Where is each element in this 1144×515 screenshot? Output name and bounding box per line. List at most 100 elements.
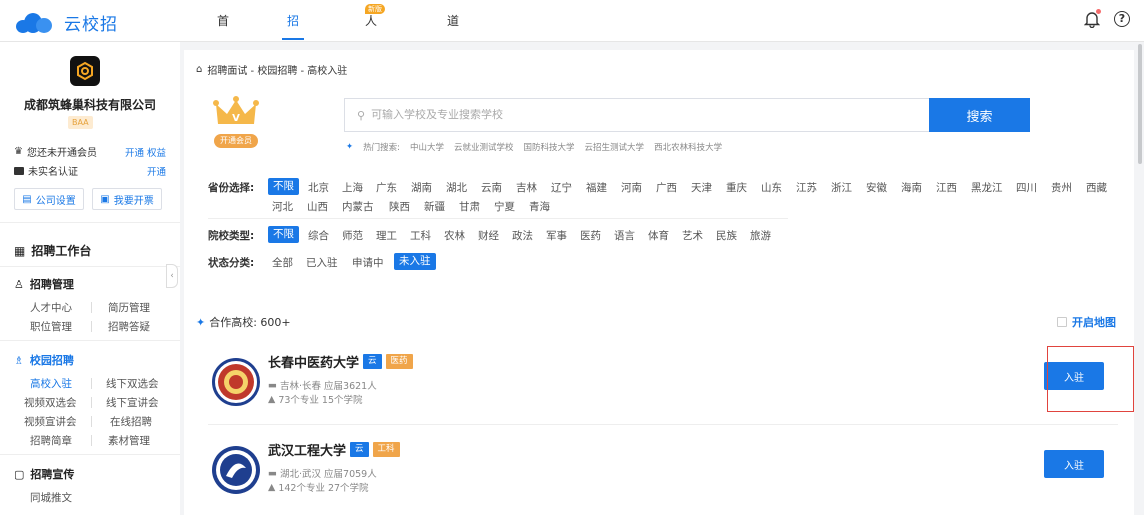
hot-search-item[interactable]: 云就业测试学校 bbox=[454, 141, 514, 153]
province-option[interactable]: 安徽 bbox=[866, 180, 887, 195]
company-logo bbox=[70, 56, 100, 86]
app-logo[interactable]: 云校招 bbox=[16, 10, 118, 35]
school-type-option[interactable]: 师范 bbox=[342, 228, 363, 243]
sidebar-item-material-management[interactable]: 素材管理 bbox=[108, 433, 150, 448]
sidebar-item-recruit-brochure[interactable]: 招聘简章 bbox=[30, 433, 72, 448]
member-actions-link[interactable]: 开通 权益 bbox=[125, 145, 166, 159]
sidebar-item-job-management[interactable]: 职位管理 bbox=[30, 319, 72, 334]
school-type-option[interactable]: 农林 bbox=[444, 228, 465, 243]
home-icon[interactable]: ⌂ bbox=[196, 64, 202, 75]
province-option[interactable]: 广东 bbox=[376, 180, 397, 195]
province-option[interactable]: 山东 bbox=[761, 180, 782, 195]
search-input[interactable] bbox=[371, 109, 772, 121]
hot-search-item[interactable]: 国防科技大学 bbox=[524, 141, 575, 153]
help-icon[interactable]: ? bbox=[1114, 11, 1130, 27]
province-option[interactable]: 重庆 bbox=[726, 180, 747, 195]
sidebar-item-video-fair[interactable]: 视频双选会 bbox=[24, 395, 77, 410]
sidebar-item-local-posts[interactable]: 同城推文 bbox=[30, 490, 72, 505]
sidebar-item-recruit-faq[interactable]: 招聘答疑 bbox=[108, 319, 150, 334]
province-option[interactable]: 北京 bbox=[308, 180, 329, 195]
sidebar-item-university-join[interactable]: 高校入驻 bbox=[30, 376, 72, 391]
province-option-selected[interactable]: 不限 bbox=[268, 178, 299, 195]
school-type-option[interactable]: 财经 bbox=[478, 228, 499, 243]
nav-item-store[interactable]: 道具商城 bbox=[447, 0, 459, 154]
crown-icon: ♛ bbox=[14, 146, 23, 157]
province-option[interactable]: 上海 bbox=[342, 180, 363, 195]
province-option[interactable]: 江西 bbox=[936, 180, 957, 195]
province-option[interactable]: 海南 bbox=[901, 180, 922, 195]
status-option-selected[interactable]: 未入驻 bbox=[394, 253, 436, 270]
divider bbox=[0, 454, 180, 455]
school-type-option[interactable]: 医药 bbox=[580, 228, 601, 243]
collapse-sidebar-handle[interactable]: ‹ bbox=[166, 264, 178, 288]
province-option[interactable]: 辽宁 bbox=[551, 180, 572, 195]
province-option[interactable]: 河北 bbox=[272, 199, 293, 214]
verify-action-link[interactable]: 开通 bbox=[147, 164, 166, 178]
province-option[interactable]: 福建 bbox=[586, 180, 607, 195]
join-button[interactable]: 入驻 bbox=[1044, 450, 1104, 478]
nav-recruit-interview[interactable]: 招聘面试 bbox=[282, 0, 304, 154]
scrollbar-thumb[interactable] bbox=[1138, 44, 1142, 164]
open-membership-tag[interactable]: 开通会员 bbox=[214, 134, 258, 148]
grid-icon: ▦ bbox=[14, 243, 26, 258]
school-name[interactable]: 长春中医药大学 bbox=[268, 352, 359, 371]
province-option[interactable]: 陕西 bbox=[389, 199, 410, 214]
map-checkbox[interactable] bbox=[1057, 317, 1067, 327]
province-option[interactable]: 青海 bbox=[529, 199, 550, 214]
sidebar-item-offline-talk[interactable]: 线下宣讲会 bbox=[106, 395, 159, 410]
province-option[interactable]: 浙江 bbox=[831, 180, 852, 195]
school-type-option[interactable]: 政法 bbox=[512, 228, 533, 243]
province-option[interactable]: 宁夏 bbox=[494, 199, 515, 214]
school-type-option[interactable]: 体育 bbox=[648, 228, 669, 243]
school-name[interactable]: 武汉工程大学 bbox=[268, 440, 346, 459]
province-option[interactable]: 江苏 bbox=[796, 180, 817, 195]
sidebar-item-video-talk[interactable]: 视频宣讲会 bbox=[24, 414, 77, 429]
province-option[interactable]: 西藏 bbox=[1086, 180, 1107, 195]
school-type-option[interactable]: 理工 bbox=[376, 228, 397, 243]
school-type-option[interactable]: 语言 bbox=[614, 228, 635, 243]
sidebar-item-offline-fair[interactable]: 线下双选会 bbox=[106, 376, 159, 391]
company-settings-button[interactable]: ▤ 公司设置 bbox=[14, 188, 84, 210]
open-map-toggle[interactable]: 开启地图 bbox=[1057, 314, 1116, 330]
hot-search-item[interactable]: 西北农林科技大学 bbox=[654, 141, 722, 153]
province-option[interactable]: 天津 bbox=[691, 180, 712, 195]
school-type-option[interactable]: 艺术 bbox=[682, 228, 703, 243]
province-option[interactable]: 河南 bbox=[621, 180, 642, 195]
province-option[interactable]: 湖北 bbox=[446, 180, 467, 195]
province-option[interactable]: 广西 bbox=[656, 180, 677, 195]
invoice-button[interactable]: ▣ 我要开票 bbox=[92, 188, 162, 210]
school-type-option[interactable]: 旅游 bbox=[750, 228, 771, 243]
recruit-promo-title: ▢ 招聘宣传 bbox=[14, 466, 74, 482]
bell-icon[interactable] bbox=[1083, 9, 1101, 29]
sidebar-item-talent-center[interactable]: 人才中心 bbox=[30, 300, 72, 315]
divider bbox=[91, 302, 92, 313]
page-scrollbar[interactable] bbox=[1136, 42, 1144, 515]
province-option[interactable]: 内蒙古 bbox=[342, 199, 374, 214]
province-option[interactable]: 新疆 bbox=[424, 199, 445, 214]
province-option[interactable]: 云南 bbox=[481, 180, 502, 195]
province-option[interactable]: 吉林 bbox=[516, 180, 537, 195]
hot-search-item[interactable]: 云招生测试大学 bbox=[585, 141, 645, 153]
sidebar-item-online-recruit[interactable]: 在线招聘 bbox=[110, 414, 152, 429]
province-option[interactable]: 甘肃 bbox=[459, 199, 480, 214]
status-option[interactable]: 全部 bbox=[272, 255, 293, 270]
province-option[interactable]: 贵州 bbox=[1051, 180, 1072, 195]
province-option[interactable]: 湖南 bbox=[411, 180, 432, 195]
school-type-option-selected[interactable]: 不限 bbox=[268, 226, 299, 243]
school-type-option[interactable]: 综合 bbox=[308, 228, 329, 243]
province-option[interactable]: 四川 bbox=[1016, 180, 1037, 195]
sidebar-item-resume-management[interactable]: 简历管理 bbox=[108, 300, 150, 315]
province-option[interactable]: 黑龙江 bbox=[971, 180, 1003, 195]
recruit-promo-label: 招聘宣传 bbox=[30, 468, 75, 481]
school-type-option[interactable]: 军事 bbox=[546, 228, 567, 243]
status-option[interactable]: 申请中 bbox=[352, 255, 384, 270]
hot-search-item[interactable]: 中山大学 bbox=[410, 141, 444, 153]
workbench-title[interactable]: ▦ 招聘工作台 bbox=[14, 242, 91, 259]
nav-hr-management[interactable]: 人事管理新版 bbox=[365, 0, 386, 154]
school-type-option[interactable]: 民族 bbox=[716, 228, 737, 243]
school-type-option[interactable]: 工科 bbox=[410, 228, 431, 243]
search-button[interactable]: 搜索 bbox=[929, 98, 1030, 132]
status-option[interactable]: 已入驻 bbox=[306, 255, 338, 270]
nav-home[interactable]: 首页 bbox=[217, 0, 229, 70]
province-option[interactable]: 山西 bbox=[307, 199, 328, 214]
